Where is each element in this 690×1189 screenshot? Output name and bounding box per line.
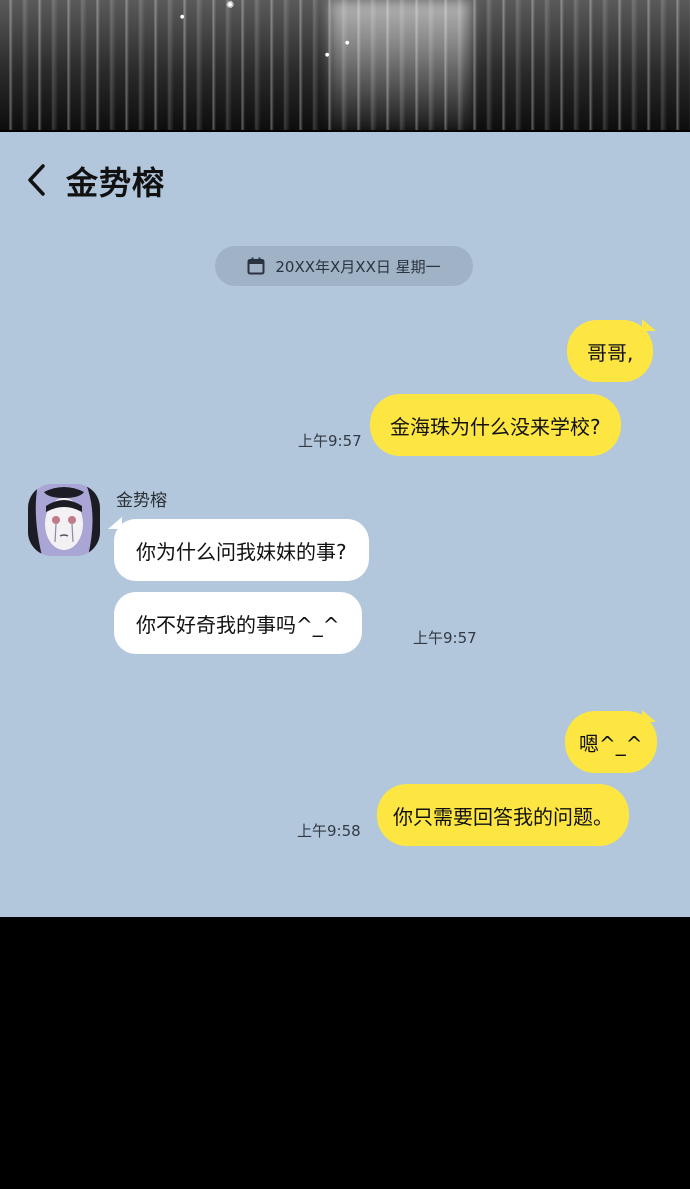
incoming-message[interactable]: 你不好奇我的事吗^_^ bbox=[114, 592, 362, 654]
top-illustration: ✺ ● ● ● bbox=[0, 0, 690, 130]
sparkle-icon: ✺ bbox=[226, 0, 235, 11]
light-glow bbox=[330, 0, 470, 130]
star-icon: ● bbox=[180, 14, 185, 20]
outgoing-message[interactable]: 金海珠为什么没来学校? bbox=[370, 394, 621, 456]
outgoing-message[interactable]: 哥哥, bbox=[567, 320, 654, 382]
chat-title: 金势榕 bbox=[66, 164, 166, 202]
message-text: 金海珠为什么没来学校? bbox=[390, 414, 601, 439]
calendar-icon bbox=[247, 257, 265, 275]
message-time: 上午9:57 bbox=[298, 432, 362, 450]
sender-name: 金势榕 bbox=[116, 491, 167, 511]
star-icon: ● bbox=[345, 40, 350, 46]
bubble-tail bbox=[108, 517, 122, 529]
message-text: 你只需要回答我的问题。 bbox=[393, 804, 613, 829]
message-text: 你不好奇我的事吗^_^ bbox=[136, 612, 340, 637]
date-text: 20XX年X月XX日 星期一 bbox=[275, 257, 441, 276]
chat-header: 金势榕 bbox=[0, 132, 690, 227]
chat-screen: 金势榕 20XX年X月XX日 星期一 哥哥, 金海珠为什么没来学校? 上午9:5… bbox=[0, 132, 690, 917]
incoming-message[interactable]: 你为什么问我妹妹的事? bbox=[114, 519, 369, 581]
date-divider: 20XX年X月XX日 星期一 bbox=[215, 246, 473, 286]
bubble-tail bbox=[642, 710, 656, 722]
message-text: 你为什么问我妹妹的事? bbox=[136, 539, 347, 564]
message-time: 上午9:57 bbox=[413, 629, 477, 647]
outgoing-message[interactable]: 你只需要回答我的问题。 bbox=[377, 784, 629, 846]
avatar-portrait-icon bbox=[28, 484, 100, 556]
message-text: 哥哥, bbox=[587, 340, 634, 365]
message-text: 嗯^_^ bbox=[579, 731, 643, 756]
bubble-tail bbox=[642, 319, 656, 331]
chevron-left-icon[interactable] bbox=[24, 162, 52, 198]
star-icon: ● bbox=[325, 52, 330, 58]
message-time: 上午9:58 bbox=[297, 822, 361, 840]
avatar[interactable] bbox=[28, 484, 100, 556]
